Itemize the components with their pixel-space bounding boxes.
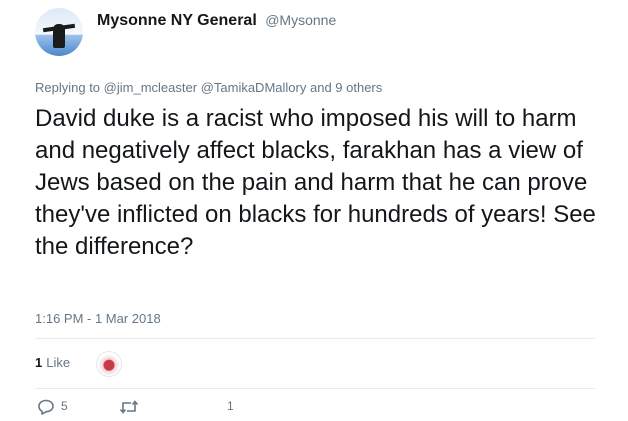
- author-row[interactable]: Mysonne NY General @Mysonne: [97, 12, 336, 30]
- user-handle[interactable]: @Mysonne: [265, 12, 336, 28]
- replying-to-label: Replying to: [35, 80, 101, 95]
- reply-icon: [38, 399, 54, 415]
- likes-count: 1: [35, 355, 43, 370]
- others-link[interactable]: and 9 others: [310, 80, 382, 95]
- like-count: 1: [227, 399, 234, 413]
- avatar[interactable]: [35, 8, 83, 56]
- avatar-figure: [53, 24, 65, 48]
- like-button[interactable]: 1: [225, 399, 234, 413]
- divider: [35, 338, 595, 339]
- display-name[interactable]: Mysonne NY General: [97, 12, 257, 29]
- reply-count: 5: [61, 399, 68, 414]
- divider: [35, 388, 595, 389]
- likes-label: Like: [46, 355, 71, 370]
- replying-to: Replying to @jim_mcleaster @TamikaDMallo…: [35, 80, 382, 95]
- mention-link[interactable]: @jim_mcleaster: [104, 80, 197, 95]
- retweet-button[interactable]: [119, 399, 139, 415]
- timestamp[interactable]: 1:16 PM - 1 Mar 2018: [35, 311, 161, 326]
- liker-avatar[interactable]: [96, 351, 122, 377]
- tweet-text: David duke is a racist who imposed his w…: [35, 105, 596, 260]
- reply-button[interactable]: 5: [37, 399, 68, 415]
- mention-link[interactable]: @TamikaDMallory: [201, 80, 307, 95]
- likes-stat[interactable]: 1 Like: [35, 355, 70, 370]
- retweet-icon: [119, 400, 139, 414]
